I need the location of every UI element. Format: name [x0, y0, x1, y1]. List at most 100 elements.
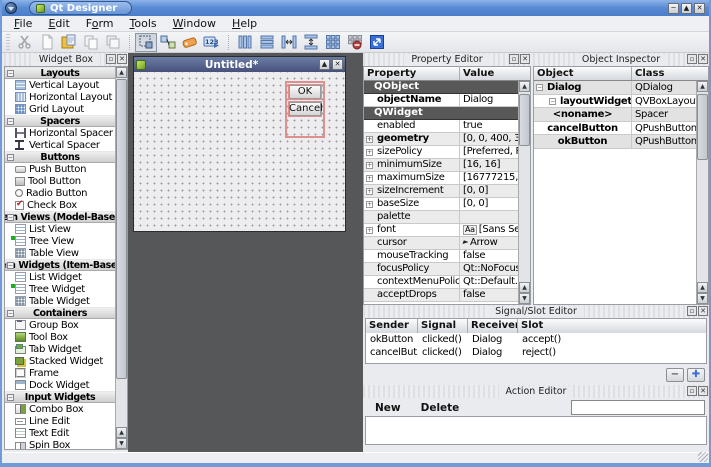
scroll-up-icon[interactable]: ▲: [116, 427, 127, 438]
widget-item[interactable]: Spin Box: [5, 439, 115, 450]
widget-item[interactable]: Stacked Widget: [5, 355, 115, 367]
paste-icon[interactable]: [58, 33, 80, 52]
widget-item[interactable]: Check Box: [5, 199, 115, 211]
property-row[interactable]: acceptDropsfalse: [364, 289, 518, 302]
close-panel-icon[interactable]: ✕: [117, 54, 127, 64]
scroll-up-icon[interactable]: ▲: [519, 81, 530, 92]
edit-widgets-icon[interactable]: [135, 33, 157, 52]
widget-item[interactable]: Table Widget: [5, 295, 115, 307]
close-panel-icon[interactable]: ✕: [698, 386, 708, 396]
widget-item[interactable]: Tree Widget: [5, 283, 115, 295]
close-panel-icon[interactable]: ✕: [698, 306, 708, 316]
collapse-icon[interactable]: −: [7, 70, 14, 77]
collapse-icon[interactable]: −: [7, 262, 14, 269]
float-panel-icon[interactable]: ▫: [687, 306, 697, 316]
widget-item[interactable]: Group Box: [5, 319, 115, 331]
close-panel-icon[interactable]: ✕: [698, 54, 708, 64]
menu-edit[interactable]: Edit: [40, 16, 77, 31]
scroll-up-icon[interactable]: ▲: [116, 67, 127, 78]
resize-grip[interactable]: [698, 452, 708, 462]
delete-action-button[interactable]: Delete: [411, 402, 470, 414]
float-panel-icon[interactable]: ▫: [687, 386, 697, 396]
widget-item[interactable]: Tool Box: [5, 331, 115, 343]
ok-button[interactable]: OK: [288, 84, 322, 100]
collapse-icon[interactable]: −: [536, 84, 543, 91]
widget-item[interactable]: Tree View: [5, 235, 115, 247]
layout-in-grid-icon[interactable]: [322, 33, 344, 52]
property-group[interactable]: QWidget: [364, 107, 518, 120]
widget-item[interactable]: Horizontal Spacer: [5, 127, 115, 139]
property-row[interactable]: +minimumSize[16, 16]: [364, 159, 518, 172]
adjust-size-icon[interactable]: [366, 33, 388, 52]
float-panel-icon[interactable]: ▫: [687, 54, 697, 64]
property-group[interactable]: QObject: [364, 81, 518, 94]
action-list[interactable]: [365, 416, 707, 445]
widget-item[interactable]: Tab Widget: [5, 343, 115, 355]
property-editor-scrollbar[interactable]: ▲ ▲ ▼: [518, 81, 530, 304]
widget-box-header[interactable]: Widget Box ▫ ✕: [4, 53, 128, 66]
widget-item[interactable]: Table View: [5, 247, 115, 259]
collapse-icon[interactable]: −: [549, 98, 556, 105]
add-connection-button[interactable]: ✚: [687, 368, 705, 382]
widget-item[interactable]: Dock Widget: [5, 379, 115, 391]
column-header-sender[interactable]: Sender: [366, 319, 418, 333]
object-row[interactable]: okButtonQPushButton: [534, 135, 696, 149]
close-button[interactable]: ✕: [694, 3, 705, 14]
category-input-widgets[interactable]: −Input Widgets: [5, 391, 115, 403]
property-row[interactable]: objectNameDialog: [364, 94, 518, 107]
toolbar-handle[interactable]: [6, 34, 10, 50]
new-form-icon[interactable]: [36, 33, 58, 52]
object-inspector-header[interactable]: Object Inspector ▫ ✕: [533, 53, 709, 66]
connection-row[interactable]: okButton clicked() Dialog accept(): [366, 333, 706, 346]
object-inspector-scrollbar[interactable]: ▲ ▲ ▼: [696, 81, 708, 304]
column-header-object[interactable]: Object: [534, 67, 632, 80]
layout-horizontally-icon[interactable]: [234, 33, 256, 52]
category-layouts[interactable]: −Layouts: [5, 67, 115, 79]
form-titlebar[interactable]: Untitled* ▲ ✕: [134, 57, 345, 72]
collapse-icon[interactable]: −: [7, 154, 14, 161]
column-header-value[interactable]: Value: [460, 67, 530, 80]
widget-item[interactable]: Text Edit: [5, 427, 115, 439]
collapse-icon[interactable]: −: [7, 310, 14, 317]
category-spacers[interactable]: −Spacers: [5, 115, 115, 127]
property-row[interactable]: mouseTrackingfalse: [364, 250, 518, 263]
menu-help[interactable]: Help: [224, 16, 265, 31]
widget-item[interactable]: Vertical Spacer: [5, 139, 115, 151]
menu-form[interactable]: Form: [78, 16, 122, 31]
object-row[interactable]: cancelButtonQPushButton: [534, 122, 696, 136]
edit-buddies-icon[interactable]: [179, 33, 201, 52]
scrollbar-thumb[interactable]: [697, 94, 708, 160]
property-row[interactable]: +sizePolicy[Preferred, P...: [364, 146, 518, 159]
property-row[interactable]: enabledtrue: [364, 120, 518, 133]
widget-item[interactable]: Frame: [5, 367, 115, 379]
close-panel-icon[interactable]: ✕: [520, 54, 530, 64]
collapse-icon[interactable]: −: [7, 394, 14, 401]
collapse-icon[interactable]: −: [7, 214, 14, 221]
scroll-down-icon[interactable]: ▼: [116, 438, 127, 449]
column-header-signal[interactable]: Signal: [418, 319, 468, 333]
minimize-button[interactable]: ─: [668, 3, 679, 14]
widget-item[interactable]: Radio Button: [5, 187, 115, 199]
category-item-views[interactable]: −Item Views (Model-Based): [5, 211, 115, 223]
edit-tab-order-icon[interactable]: 123: [201, 33, 223, 52]
window-menu-button[interactable]: [5, 2, 17, 14]
property-row[interactable]: focusPolicyQt::NoFocus: [364, 263, 518, 276]
remove-connection-button[interactable]: −: [666, 368, 684, 382]
object-row[interactable]: <noname>Spacer: [534, 108, 696, 122]
scrollbar-thumb[interactable]: [519, 94, 530, 146]
collapse-icon[interactable]: −: [7, 118, 14, 125]
edit-signals-slots-icon[interactable]: [157, 33, 179, 52]
widget-box-scrollbar[interactable]: ▲ ▲ ▼: [115, 67, 127, 449]
scroll-up-icon[interactable]: ▲: [697, 81, 708, 92]
form-minimize-icon[interactable]: ▲: [319, 59, 330, 70]
category-item-widgets[interactable]: −Item Widgets (Item-Based): [5, 259, 115, 271]
column-header-receiver[interactable]: Receiver: [468, 319, 518, 333]
object-row[interactable]: −DialogQDialog: [534, 81, 696, 95]
property-row[interactable]: contextMenuPolicyQt::Default...: [364, 276, 518, 289]
copy-icon[interactable]: [80, 33, 102, 52]
category-buttons[interactable]: −Buttons: [5, 151, 115, 163]
column-header-class[interactable]: Class: [632, 67, 708, 80]
widget-item[interactable]: Vertical Layout: [5, 79, 115, 91]
property-editor-header[interactable]: Property Editor ▫ ✕: [363, 53, 531, 66]
layout-vertically-icon[interactable]: [256, 33, 278, 52]
